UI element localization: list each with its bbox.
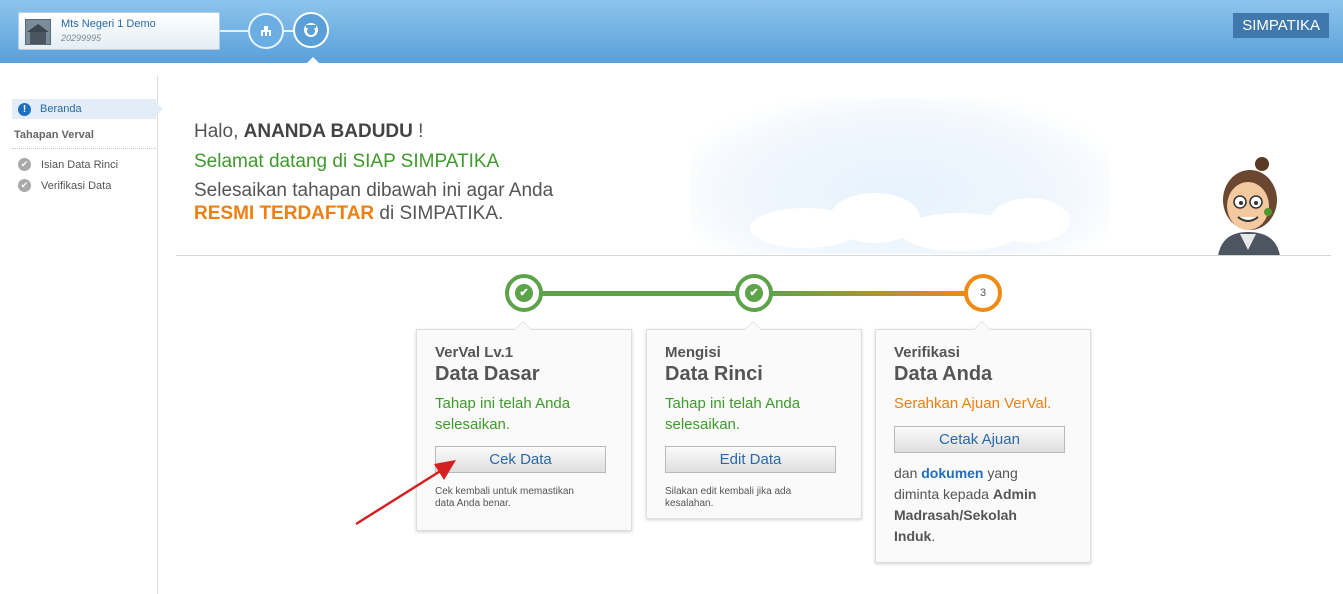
building-icon[interactable] [248, 13, 284, 49]
card-data-rinci: Mengisi Data Rinci Tahap ini telah Anda s… [646, 321, 862, 519]
sidebar-section-title: Tahapan Verval [14, 129, 94, 141]
progress-line-1 [540, 291, 740, 296]
greeting: Halo, ANANDA BADUDU ! [194, 121, 424, 142]
sidebar-item-verifikasi-data[interactable]: ✔ Verifikasi Data [18, 179, 111, 192]
sidebar-item-label: Isian Data Rinci [41, 158, 119, 171]
brand-logo: SIMPATIKA [1233, 13, 1329, 38]
welcome-message: Selamat datang di SIAP SIMPATIKA [194, 151, 500, 172]
user-icon[interactable] [293, 12, 329, 48]
progress-line-2 [770, 291, 970, 296]
card-status: Tahap ini telah Anda selesaikan. [665, 395, 801, 433]
sidebar-item-beranda[interactable]: ! Beranda [12, 99, 163, 119]
section-divider [176, 255, 1331, 256]
instruction-highlight: RESMI TERDAFTAR [194, 203, 375, 224]
instruction-line-2: RESMI TERDAFTAR di SIMPATIKA. [194, 203, 504, 224]
progress-step-3: 3 [964, 274, 1002, 312]
red-arrow-icon [355, 460, 456, 526]
card-subtitle: VerVal Lv.1 [435, 344, 514, 361]
instruction-line: Selesaikan tahapan dibawah ini agar Anda [194, 180, 554, 201]
card-subtitle: Mengisi [665, 344, 721, 361]
card-note: Silakan edit kembali jika ada kesalahan. [665, 486, 792, 509]
progress-step-1: ✔ [505, 274, 543, 312]
school-code: 20299995 [61, 33, 102, 43]
step-number: 3 [979, 287, 987, 299]
school-name: Mts Negeri 1 Demo [61, 18, 156, 30]
check-circle-icon: ✔ [18, 179, 31, 192]
card-instructions: dan dokumen yang diminta kepada Admin Madr… [894, 465, 1037, 544]
card-title: Data Anda [894, 363, 993, 385]
sidebar-item-label: Verifikasi Data [41, 179, 112, 192]
info-icon: ! [18, 102, 31, 116]
card-subtitle: Verifikasi [894, 344, 960, 361]
card-data-anda: Verifikasi Data Anda Serahkan Ajuan VerV… [875, 321, 1091, 563]
cetak-ajuan-button[interactable]: Cetak Ajuan [894, 426, 1065, 453]
sidebar-item-label: Beranda [40, 103, 82, 115]
check-icon: ✔ [745, 284, 763, 302]
sidebar-item-isian-data-rinci[interactable]: ✔ Isian Data Rinci [18, 158, 118, 171]
progress-step-2: ✔ [735, 274, 773, 312]
card-title: Data Dasar [435, 363, 540, 385]
dokumen-link[interactable]: dokumen [921, 465, 983, 481]
card-status: Serahkan Ajuan VerVal. [894, 395, 1052, 412]
mascot-illustration [1218, 157, 1280, 256]
card-title: Data Rinci [665, 363, 763, 385]
sidebar-divider [12, 148, 156, 149]
school-building-icon [25, 19, 51, 45]
school-selector[interactable]: Mts Negeri 1 Demo 20299995 [18, 12, 220, 50]
edit-data-button[interactable]: Edit Data [665, 446, 836, 473]
card-status: Tahap ini telah Anda selesaikan. [435, 395, 571, 433]
sky-background [690, 98, 1110, 254]
header-notch [306, 57, 320, 64]
check-icon: ✔ [515, 284, 533, 302]
check-circle-icon: ✔ [18, 158, 31, 171]
user-name: ANANDA BADUDU [243, 121, 413, 142]
top-header: Mts Negeri 1 Demo 20299995 SIMPATIKA [0, 0, 1343, 64]
sidebar: ! Beranda Tahapan Verval ✔ Isian Data Ri… [0, 76, 163, 594]
